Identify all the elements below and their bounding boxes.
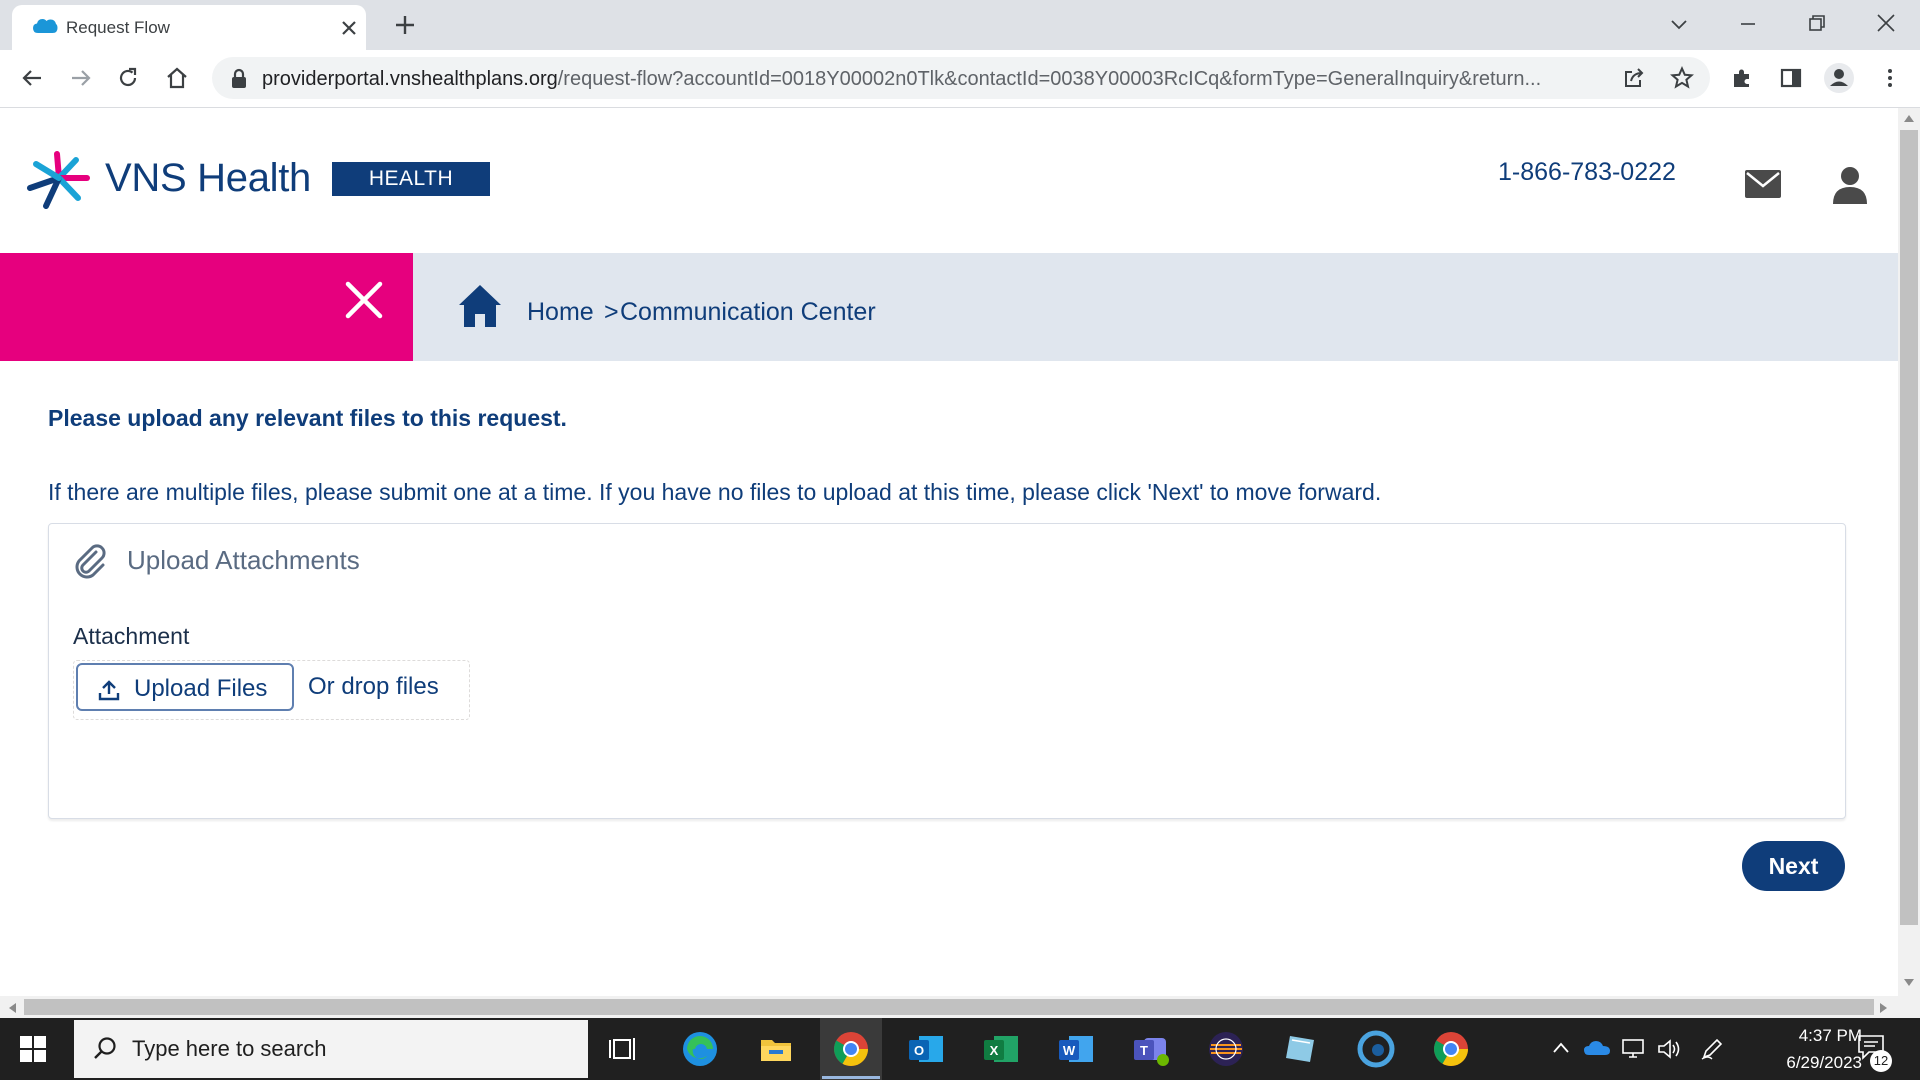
onedrive-icon[interactable] <box>1583 1038 1611 1058</box>
extensions-puzzle-icon[interactable] <box>1730 66 1754 90</box>
back-arrow-icon[interactable] <box>20 66 44 90</box>
svg-text:W: W <box>1063 1043 1076 1058</box>
network-icon[interactable] <box>1620 1037 1646 1061</box>
address-bar[interactable]: providerportal.vnshealthplans.org/reques… <box>212 57 1710 99</box>
profile-avatar-icon[interactable] <box>1823 62 1855 94</box>
browser-toolbar: providerportal.vnshealthplans.org/reques… <box>0 50 1920 108</box>
lock-icon[interactable] <box>230 68 248 90</box>
edge-icon[interactable] <box>679 1028 721 1070</box>
chrome-icon[interactable] <box>830 1028 872 1070</box>
upload-attachments-card: Upload Attachments Attachment Upload Fil… <box>48 523 1846 819</box>
upload-files-label: Upload Files <box>134 675 268 702</box>
pen-icon[interactable] <box>1700 1037 1724 1061</box>
browser-tab-strip: Request Flow <box>0 0 1920 50</box>
task-view-icon[interactable] <box>604 1028 646 1070</box>
clock-time[interactable]: 4:37 PM <box>1752 1026 1862 1046</box>
vns-logo-icon[interactable] <box>24 144 94 216</box>
edge-dev-icon[interactable] <box>1355 1028 1397 1070</box>
logo-text: VNS Health <box>105 156 311 200</box>
vertical-scroll-thumb[interactable] <box>1900 130 1918 925</box>
close-menu-icon[interactable] <box>345 281 383 319</box>
paperclip-icon <box>73 544 109 580</box>
url-path: /request-flow?accountId=0018Y00002n0Tlk&… <box>557 68 1542 90</box>
chrome-active-indicator <box>822 1076 880 1079</box>
outlook-icon[interactable]: O <box>905 1028 947 1070</box>
upload-files-button[interactable]: Upload Files <box>76 663 294 711</box>
svg-text:T: T <box>1140 1043 1148 1058</box>
upload-heading: Please upload any relevant files to this… <box>48 405 567 431</box>
bookmark-star-icon[interactable] <box>1670 66 1694 90</box>
page-viewport: VNS Health HEALTH PLANS 1-866-783-0222 H… <box>0 108 1898 996</box>
svg-text:O: O <box>914 1043 924 1058</box>
clock-date[interactable]: 6/29/2023 <box>1740 1053 1862 1073</box>
browser-tab[interactable]: Request Flow <box>12 5 366 50</box>
minimize-icon[interactable] <box>1737 13 1759 35</box>
volume-icon[interactable] <box>1656 1037 1682 1061</box>
svg-text:X: X <box>990 1043 999 1058</box>
scroll-up-arrow-icon[interactable] <box>1902 112 1916 124</box>
url-text[interactable]: providerportal.vnshealthplans.org/reques… <box>262 68 1612 91</box>
file-dropzone[interactable]: Upload Files Or drop files <box>73 660 470 720</box>
upload-icon <box>98 679 120 701</box>
upload-instruction: If there are multiple files, please subm… <box>48 479 1382 505</box>
home-browser-icon[interactable] <box>165 66 189 90</box>
forward-arrow-icon[interactable] <box>69 66 93 90</box>
chrome-second-icon[interactable] <box>1430 1028 1472 1070</box>
window-close-icon[interactable] <box>1875 12 1897 34</box>
kebab-menu-icon[interactable] <box>1878 66 1902 90</box>
mail-icon[interactable] <box>1745 170 1781 198</box>
reload-icon[interactable] <box>116 66 140 90</box>
taskbar-search-box[interactable]: Type here to search <box>74 1020 588 1078</box>
restore-icon[interactable] <box>1806 12 1828 34</box>
search-placeholder: Type here to search <box>132 1036 327 1061</box>
drop-files-label: Or drop files <box>308 673 439 700</box>
home-icon[interactable] <box>458 284 502 328</box>
notes-app-icon[interactable] <box>1280 1028 1322 1070</box>
tab-search-chevron-icon[interactable] <box>1668 13 1690 35</box>
breadcrumb-current[interactable]: Communication Center <box>620 298 876 327</box>
scroll-left-arrow-icon[interactable] <box>6 1001 18 1015</box>
search-icon <box>92 1036 118 1062</box>
tray-chevron-icon[interactable] <box>1551 1040 1571 1056</box>
next-button[interactable]: Next <box>1742 841 1845 891</box>
breadcrumb-separator: > <box>604 298 619 326</box>
breadcrumb-home-link[interactable]: Home <box>527 298 594 327</box>
share-icon[interactable] <box>1622 66 1646 90</box>
windows-taskbar: Type here to search O X W T 4:37 PM 6/29… <box>0 1018 1920 1080</box>
attachment-label: Attachment <box>73 623 190 649</box>
eclipse-icon[interactable] <box>1205 1028 1247 1070</box>
url-host: providerportal.vnshealthplans.org <box>262 68 558 90</box>
side-panel-icon[interactable] <box>1779 66 1803 90</box>
tab-title: Request Flow <box>66 18 170 37</box>
teams-icon[interactable]: T <box>1130 1028 1172 1070</box>
tab-close-icon[interactable] <box>338 17 360 39</box>
excel-icon[interactable]: X <box>980 1028 1022 1070</box>
file-explorer-icon[interactable] <box>755 1028 797 1070</box>
phone-number[interactable]: 1-866-783-0222 <box>1498 158 1676 187</box>
card-title: Upload Attachments <box>127 545 360 575</box>
user-account-icon[interactable] <box>1832 166 1868 206</box>
scroll-right-arrow-icon[interactable] <box>1878 1001 1890 1015</box>
new-tab-icon[interactable] <box>393 13 417 37</box>
windows-start-icon[interactable] <box>20 1036 46 1062</box>
salesforce-cloud-icon <box>32 16 58 36</box>
word-icon[interactable]: W <box>1055 1028 1097 1070</box>
horizontal-scroll-thumb[interactable] <box>24 999 1874 1015</box>
logo-badge: HEALTH PLANS <box>332 162 490 224</box>
scroll-down-arrow-icon[interactable] <box>1902 977 1916 989</box>
notification-count-badge: 12 <box>1870 1050 1892 1072</box>
